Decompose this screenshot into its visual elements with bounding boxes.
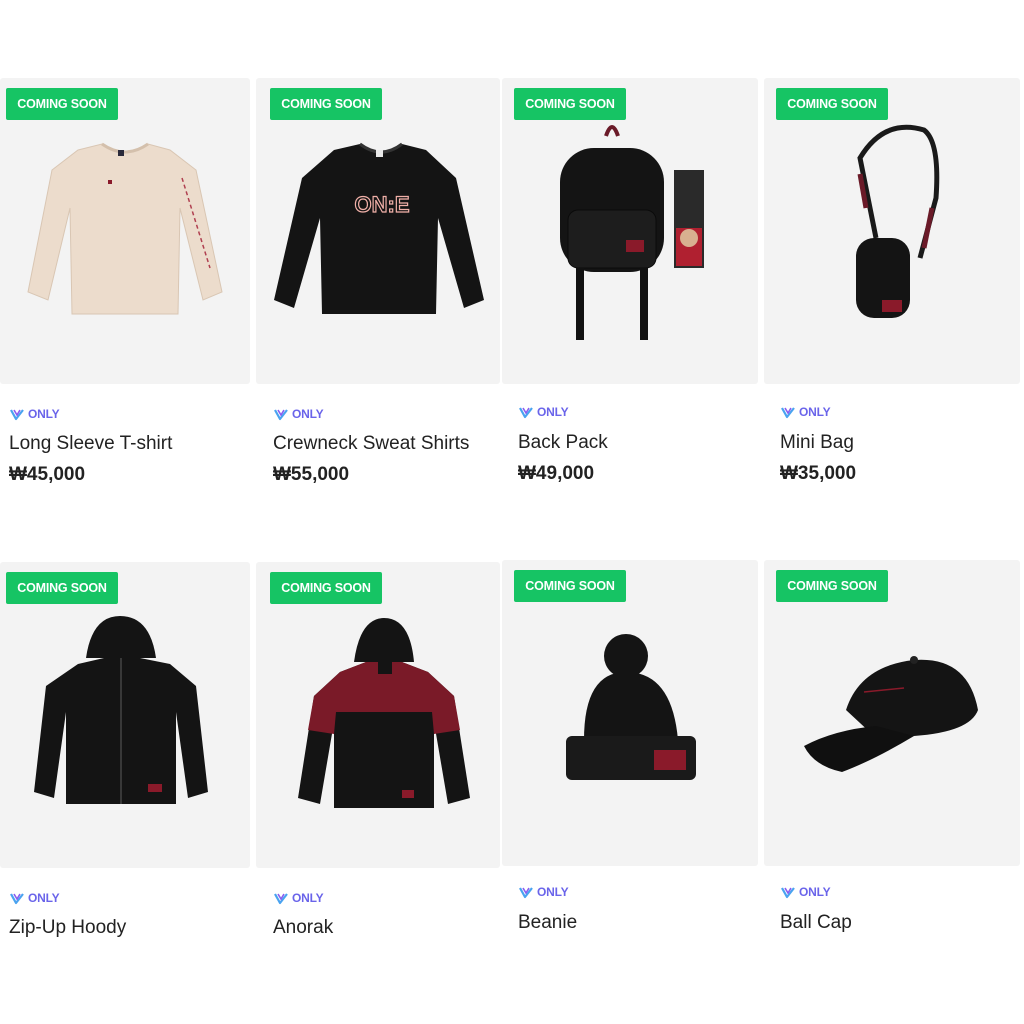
product-price: ₩35,000 — [780, 463, 857, 484]
only-label: ONLY — [28, 891, 60, 905]
product-image-tile[interactable]: COMING SOON — [0, 562, 250, 868]
weverse-only-icon — [10, 892, 24, 904]
product-name[interactable]: Zip-Up Hoody — [9, 917, 126, 939]
weverse-only-icon — [781, 886, 795, 898]
long-sleeve-shirt-image — [27, 142, 223, 315]
only-tag: ONLY — [780, 404, 831, 420]
weverse-only-icon — [10, 408, 24, 420]
only-label: ONLY — [799, 405, 831, 419]
ball-cap-image — [804, 656, 978, 772]
product-name[interactable]: Crewneck Sweat Shirts — [273, 433, 469, 455]
only-tag: ONLY — [273, 406, 324, 422]
product-image-tile[interactable]: COMING SOON — [502, 78, 758, 384]
product-image-tile[interactable]: COMING SOON — [764, 560, 1020, 866]
only-label: ONLY — [537, 885, 569, 899]
coming-soon-badge: COMING SOON — [514, 570, 626, 602]
zip-hoodie-image — [34, 616, 208, 804]
only-tag: ONLY — [9, 406, 60, 422]
product-name[interactable]: Long Sleeve T-shirt — [9, 433, 172, 455]
product-name[interactable]: Ball Cap — [780, 912, 852, 934]
weverse-only-icon — [519, 886, 533, 898]
only-tag: ONLY — [518, 404, 569, 420]
product-card-zip-hoody[interactable]: COMING SOON ONLY Zip-Up Hoody — [0, 562, 250, 962]
product-image-tile[interactable]: ON:E COMING SOON — [256, 78, 500, 384]
only-tag: ONLY — [518, 884, 569, 900]
product-name[interactable]: Mini Bag — [780, 432, 854, 454]
coming-soon-badge: COMING SOON — [270, 572, 382, 604]
weverse-only-icon — [781, 406, 795, 418]
product-card-long-sleeve[interactable]: COMING SOON ONLY Long Sleeve T-shirt ₩45… — [0, 78, 250, 498]
coming-soon-badge: COMING SOON — [6, 572, 118, 604]
anorak-image — [298, 618, 470, 808]
only-label: ONLY — [799, 885, 831, 899]
crewneck-sweatshirt-image: ON:E — [274, 142, 484, 314]
only-label: ONLY — [292, 891, 324, 905]
one-logo: ON:E — [355, 192, 410, 217]
product-card-beanie[interactable]: COMING SOON ONLY Beanie — [502, 560, 758, 960]
product-name[interactable]: Back Pack — [518, 432, 608, 454]
product-image-tile[interactable]: COMING SOON — [0, 78, 250, 384]
only-tag: ONLY — [780, 884, 831, 900]
backpack-image — [560, 125, 704, 340]
coming-soon-badge: COMING SOON — [514, 88, 626, 120]
weverse-only-icon — [274, 892, 288, 904]
product-card-crewneck[interactable]: ON:E COMING SOON ONLY Crewneck Sweat Shi… — [256, 78, 500, 498]
product-name[interactable]: Anorak — [273, 917, 333, 939]
product-card-backpack[interactable]: COMING SOON ONLY Back Pack ₩49,000 — [502, 78, 758, 498]
product-price: ₩45,000 — [9, 464, 86, 485]
only-label: ONLY — [28, 407, 60, 421]
product-image-tile[interactable]: COMING SOON — [764, 78, 1020, 384]
only-label: ONLY — [537, 405, 569, 419]
product-card-ball-cap[interactable]: COMING SOON ONLY Ball Cap — [764, 560, 1020, 960]
product-card-mini-bag[interactable]: COMING SOON ONLY Mini Bag ₩35,000 — [764, 78, 1020, 498]
weverse-only-icon — [274, 408, 288, 420]
only-label: ONLY — [292, 407, 324, 421]
mini-bag-image — [856, 124, 940, 318]
coming-soon-badge: COMING SOON — [270, 88, 382, 120]
coming-soon-badge: COMING SOON — [776, 570, 888, 602]
product-price: ₩55,000 — [273, 464, 350, 485]
only-tag: ONLY — [273, 890, 324, 906]
product-name[interactable]: Beanie — [518, 912, 577, 934]
product-image-tile[interactable]: COMING SOON — [256, 562, 500, 868]
coming-soon-badge: COMING SOON — [776, 88, 888, 120]
beanie-image — [566, 634, 696, 780]
coming-soon-badge: COMING SOON — [6, 88, 118, 120]
weverse-only-icon — [519, 406, 533, 418]
product-card-anorak[interactable]: COMING SOON ONLY Anorak — [256, 562, 500, 962]
only-tag: ONLY — [9, 890, 60, 906]
product-image-tile[interactable]: COMING SOON — [502, 560, 758, 866]
product-price: ₩49,000 — [518, 463, 595, 484]
